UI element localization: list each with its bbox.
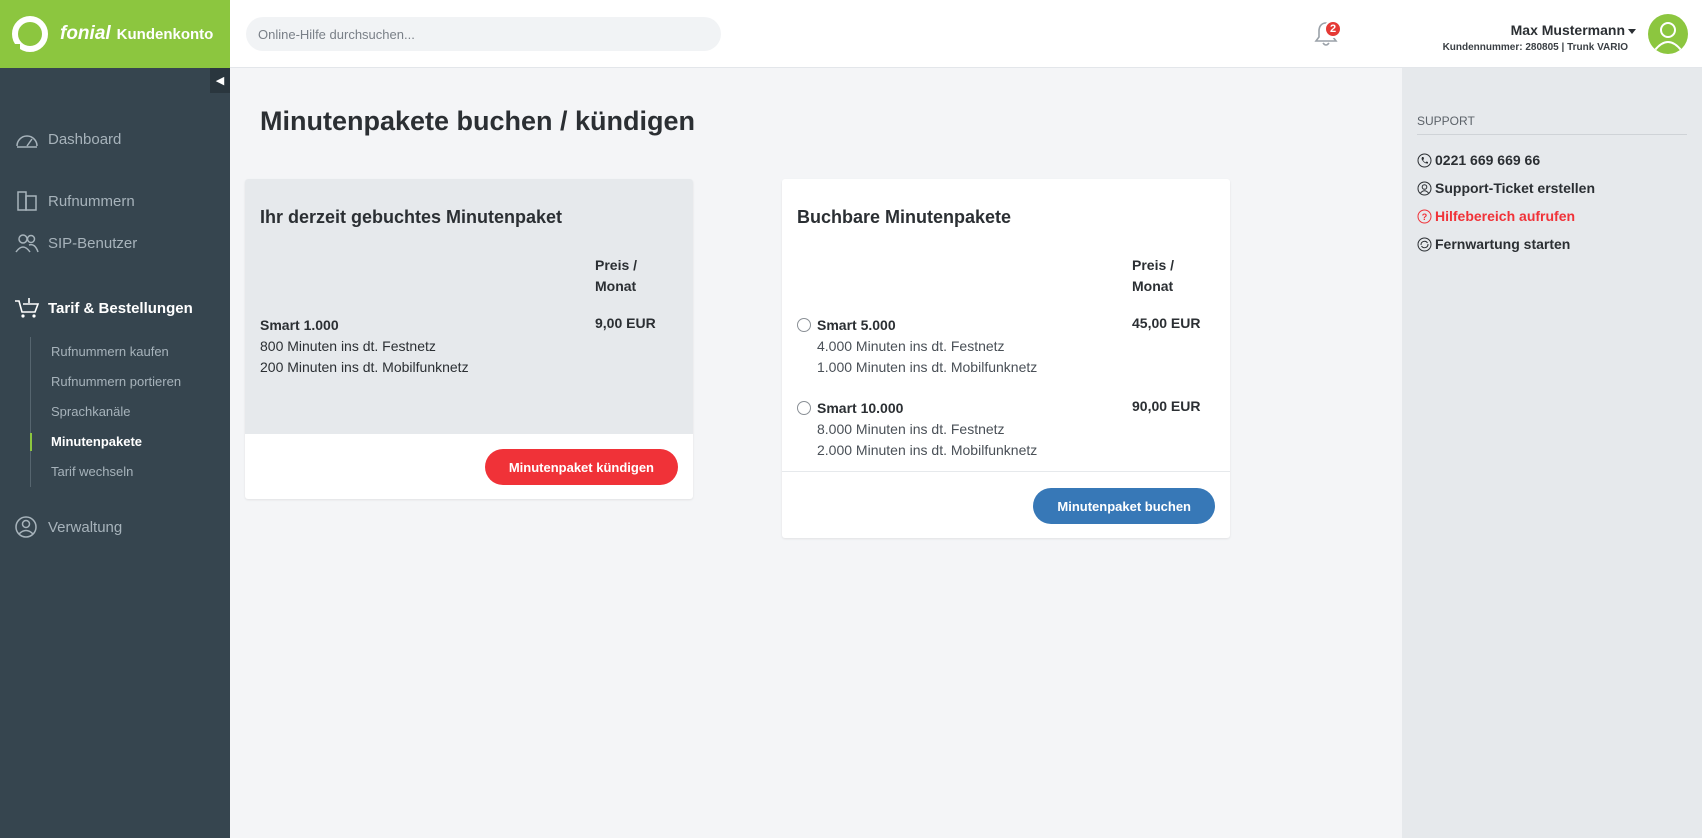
sidebar-item-rufnummern[interactable]: Rufnummern: [14, 190, 135, 212]
support-phone[interactable]: 0221 669 669 66: [1417, 152, 1540, 168]
subnav-item-sprachkanaele[interactable]: Sprachkanäle: [31, 397, 220, 427]
brand-product: Kundenkonto: [116, 25, 214, 43]
question-icon: ?: [1417, 209, 1432, 223]
help-area-link[interactable]: ? Hilfebereich aufrufen: [1417, 208, 1575, 224]
phone-icon: [1417, 153, 1432, 167]
help-search-input[interactable]: [246, 17, 721, 51]
refresh-icon: [1417, 237, 1432, 251]
subnav-item-minutenpakete[interactable]: Minutenpakete: [30, 427, 220, 457]
sidebar-item-label: Dashboard: [48, 130, 122, 148]
current-package-card: Ihr derzeit gebuchtes Minutenpaket Preis…: [245, 179, 693, 499]
sidebar-item-label: Verwaltung: [48, 518, 123, 536]
current-package-title: Ihr derzeit gebuchtes Minutenpaket: [260, 207, 563, 227]
current-package-info: Smart 1.000 800 Minuten ins dt. Festnetz…: [260, 315, 469, 378]
package-price: 9,00 EUR: [595, 315, 656, 331]
available-packages-footer: Minutenpaket buchen: [782, 471, 1230, 538]
support-user-icon: [1417, 181, 1432, 195]
user-name: Max Mustermann: [1510, 22, 1625, 38]
package-price: 45,00 EUR: [1132, 315, 1201, 331]
fonial-logo-icon: [10, 16, 48, 54]
cart-icon: [15, 298, 40, 318]
package-option[interactable]: Smart 5.000 4.000 Minuten ins dt. Festne…: [817, 315, 1037, 378]
subnav-item-rufnummern-portieren[interactable]: Rufnummern portieren: [31, 367, 220, 397]
brand-logo[interactable]: fonial Kundenkonto: [0, 0, 230, 68]
support-panel: SUPPORT 0221 669 669 66 Support-Ticket e…: [1402, 68, 1702, 838]
user-menu[interactable]: Max Mustermann: [1511, 22, 1636, 38]
brand-name: fonial: [60, 23, 111, 44]
users-icon: [15, 234, 39, 253]
user-circle-icon: [15, 516, 37, 538]
package-name: Smart 1.000: [260, 317, 339, 333]
price-column-header: Preis / Monat: [1132, 257, 1175, 294]
package-name: Smart 10.000: [817, 400, 904, 416]
package-radio-smart-10000[interactable]: [797, 401, 811, 415]
gauge-icon: [16, 135, 38, 148]
avatar[interactable]: [1648, 14, 1688, 54]
package-detail-landline: 8.000 Minuten ins dt. Festnetz: [817, 421, 1005, 437]
remote-support-link[interactable]: Fernwartung starten: [1417, 236, 1570, 252]
user-avatar-icon: [1654, 22, 1682, 51]
subnav-item-rufnummern-kaufen[interactable]: Rufnummern kaufen: [31, 337, 220, 367]
package-detail-mobile: 1.000 Minuten ins dt. Mobilfunknetz: [817, 359, 1038, 375]
available-packages-title: Buchbare Minutenpakete: [797, 207, 1012, 227]
package-radio-smart-5000[interactable]: [797, 318, 811, 332]
caret-down-icon: [1628, 28, 1636, 34]
price-column-header: Preis / Monat: [595, 257, 638, 294]
sidebar-subnav: Rufnummern kaufen Rufnummern portieren S…: [30, 337, 220, 487]
cancel-package-button[interactable]: Minutenpaket kündigen: [484, 449, 678, 485]
sidebar-item-label: Tarif & Bestellungen: [48, 299, 193, 317]
package-name: Smart 5.000: [817, 317, 896, 333]
page-title: Minutenpakete buchen / kündigen: [260, 106, 696, 136]
available-packages-card: Buchbare Minutenpakete Preis / Monat Sma…: [782, 179, 1230, 538]
support-heading: SUPPORT: [1417, 114, 1687, 135]
package-option[interactable]: Smart 10.000 8.000 Minuten ins dt. Festn…: [817, 398, 1037, 461]
package-detail-landline: 4.000 Minuten ins dt. Festnetz: [817, 338, 1005, 354]
current-package-footer: Minutenpaket kündigen: [245, 433, 693, 499]
phone-icon: [17, 191, 37, 211]
package-detail-landline: 800 Minuten ins dt. Festnetz: [260, 338, 436, 354]
sidebar-item-label: SIP-Benutzer: [48, 234, 138, 252]
current-package-body: Ihr derzeit gebuchtes Minutenpaket Preis…: [245, 179, 693, 433]
sidebar-item-sip-benutzer[interactable]: SIP-Benutzer: [14, 232, 137, 254]
top-bar: 2 Max Mustermann Kundennummer: 280805 | …: [230, 0, 1702, 68]
package-detail-mobile: 200 Minuten ins dt. Mobilfunknetz: [260, 359, 469, 375]
sidebar-item-tarif-bestellungen[interactable]: Tarif & Bestellungen: [14, 297, 193, 319]
book-package-button[interactable]: Minutenpaket buchen: [1033, 488, 1215, 524]
subnav-item-tarif-wechseln[interactable]: Tarif wechseln: [31, 457, 220, 487]
sidebar: ◀ Dashboard Rufnummern SIP-Benutzer Tari…: [0, 68, 230, 838]
support-ticket-link[interactable]: Support-Ticket erstellen: [1417, 180, 1595, 196]
sidebar-collapse-button[interactable]: ◀: [210, 68, 230, 93]
svg-text:?: ?: [1422, 212, 1428, 222]
sidebar-item-dashboard[interactable]: Dashboard: [14, 128, 121, 150]
notification-badge[interactable]: 2: [1324, 20, 1342, 38]
package-detail-mobile: 2.000 Minuten ins dt. Mobilfunknetz: [817, 442, 1038, 458]
sidebar-item-verwaltung[interactable]: Verwaltung: [14, 516, 122, 538]
customer-number: Kundennummer: 280805 | Trunk VARIO: [1442, 42, 1628, 53]
sidebar-item-label: Rufnummern: [48, 192, 135, 210]
package-price: 90,00 EUR: [1132, 398, 1201, 414]
